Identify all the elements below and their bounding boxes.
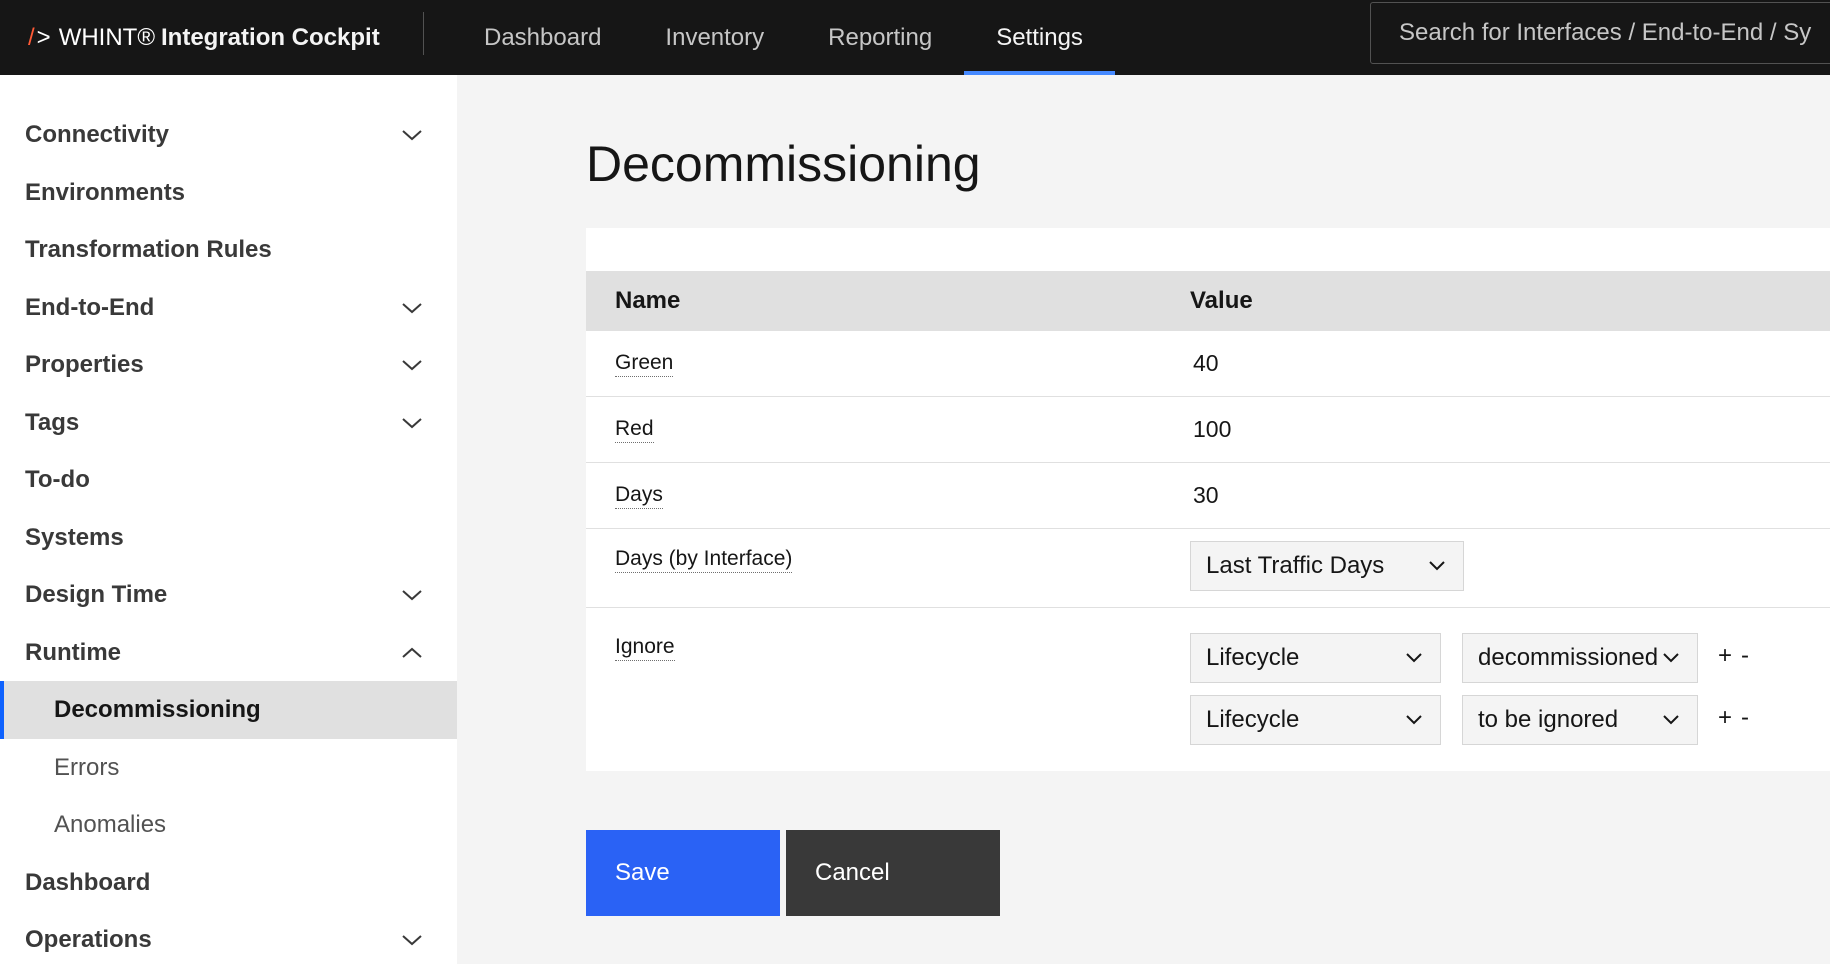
ignore-rule-1-field-select[interactable]: Lifecycle [1190, 633, 1441, 683]
sidebar-item-properties[interactable]: Properties [0, 336, 457, 394]
row-name-days-by-interface: Days (by Interface) [615, 547, 793, 573]
chevron-down-icon [1406, 653, 1422, 663]
top-header: / > WHINT® Integration Cockpit Dashboard In… [0, 0, 1830, 75]
days-by-interface-select[interactable]: Last Traffic Days [1190, 541, 1464, 591]
sidebar-item-to-do[interactable]: To-do [0, 451, 457, 509]
table-row: Days 30 [586, 463, 1830, 529]
sidebar-item-label: Operations [25, 926, 152, 953]
sidebar-item-label: Properties [25, 351, 144, 378]
sidebar: Connectivity Environments Transformation… [0, 75, 457, 964]
column-header-value: Value [1190, 287, 1253, 314]
sidebar-item-label: Tags [25, 409, 80, 436]
settings-panel: Name Value Green 40 Red 100 Days 30 Days… [586, 228, 1830, 771]
sidebar-item-label: Errors [54, 754, 120, 781]
chevron-down-icon [402, 130, 422, 141]
chevron-down-icon [1406, 715, 1422, 725]
table-row: Red 100 [586, 397, 1830, 463]
global-search-input[interactable]: Search for Interfaces / End-to-End / Sy [1370, 2, 1830, 64]
ignore-rule-1-add-button[interactable]: + [1718, 642, 1732, 670]
sidebar-item-operations[interactable]: Operations [0, 911, 457, 964]
ignore-rule-2-value-select[interactable]: to be ignored [1462, 695, 1698, 745]
nav-inventory[interactable]: Inventory [633, 0, 796, 75]
sidebar-item-label: Decommissioning [54, 696, 261, 723]
sidebar-item-transformation-rules[interactable]: Transformation Rules [0, 221, 457, 279]
sidebar-item-environments[interactable]: Environments [0, 164, 457, 222]
sidebar-item-runtime[interactable]: Runtime [0, 624, 457, 682]
select-value: Last Traffic Days [1206, 552, 1385, 579]
sidebar-item-label: Dashboard [25, 869, 151, 896]
sidebar-item-end-to-end[interactable]: End-to-End [0, 279, 457, 337]
row-name-red: Red [615, 417, 654, 443]
sidebar-item-label: Design Time [25, 581, 168, 608]
sidebar-item-connectivity[interactable]: Connectivity [0, 106, 457, 164]
main-nav: Dashboard Inventory Reporting Settings [452, 0, 1115, 75]
sidebar-item-tags[interactable]: Tags [0, 394, 457, 452]
sidebar-item-design-time[interactable]: Design Time [0, 566, 457, 624]
nav-reporting[interactable]: Reporting [796, 0, 964, 75]
sidebar-item-label: Environments [25, 179, 186, 206]
ignore-rule-2-field-select[interactable]: Lifecycle [1190, 695, 1441, 745]
brand-logo[interactable]: / > WHINT® Integration Cockpit [28, 0, 380, 75]
header-divider [423, 12, 424, 55]
row-value-red[interactable]: 100 [1193, 416, 1231, 443]
cancel-button[interactable]: Cancel [786, 830, 1000, 916]
row-value-green[interactable]: 40 [1193, 350, 1219, 377]
select-value: to be ignored [1478, 706, 1619, 733]
chevron-down-icon [402, 418, 422, 429]
sidebar-item-label: To-do [25, 466, 90, 493]
sidebar-item-systems[interactable]: Systems [0, 509, 457, 567]
sidebar-item-label: Runtime [25, 639, 121, 666]
nav-settings[interactable]: Settings [964, 0, 1115, 75]
select-value: Lifecycle [1206, 706, 1300, 733]
brand-gt: > [36, 23, 51, 51]
chevron-down-icon [1429, 561, 1445, 571]
table-row: Ignore Lifecycle decommissioned + - Life… [586, 608, 1830, 771]
page-title: Decommissioning [586, 136, 981, 192]
sidebar-item-label: Transformation Rules [25, 236, 272, 263]
brand-name: WHINT® [58, 23, 156, 51]
chevron-down-icon [1663, 715, 1679, 725]
brand-slash: / [28, 23, 35, 51]
save-button[interactable]: Save [586, 830, 780, 916]
row-name-green: Green [615, 351, 674, 377]
select-value: Lifecycle [1206, 644, 1300, 671]
table-row: Green 40 [586, 331, 1830, 397]
ignore-rule-1-remove-button[interactable]: - [1741, 642, 1749, 670]
chevron-down-icon [402, 935, 422, 946]
brand-product: Integration Cockpit [161, 23, 380, 51]
sidebar-item-label: Systems [25, 524, 124, 551]
ignore-rule-1-value-select[interactable]: decommissioned [1462, 633, 1698, 683]
sidebar-item-errors[interactable]: Errors [0, 739, 457, 797]
sidebar-item-label: Anomalies [54, 811, 167, 838]
sidebar-item-decommissioning[interactable]: Decommissioning [0, 681, 457, 739]
select-value: decommissioned [1478, 644, 1659, 671]
sidebar-item-dashboard[interactable]: Dashboard [0, 854, 457, 912]
row-name-days: Days [615, 483, 663, 509]
ignore-rule-2-remove-button[interactable]: - [1741, 704, 1749, 732]
nav-dashboard[interactable]: Dashboard [452, 0, 633, 75]
chevron-down-icon [402, 590, 422, 601]
sidebar-item-label: Connectivity [25, 121, 170, 148]
ignore-rule-2-add-button[interactable]: + [1718, 704, 1732, 732]
sidebar-item-anomalies[interactable]: Anomalies [0, 796, 457, 854]
chevron-down-icon [402, 360, 422, 371]
chevron-down-icon [1663, 653, 1679, 663]
chevron-down-icon [402, 303, 422, 314]
table-row: Days (by Interface) Last Traffic Days [586, 529, 1830, 608]
column-header-name: Name [615, 287, 681, 314]
row-name-ignore: Ignore [615, 635, 675, 661]
table-header: Name Value [586, 271, 1830, 331]
row-value-days[interactable]: 30 [1193, 482, 1219, 509]
chevron-up-icon [402, 647, 422, 658]
sidebar-item-label: End-to-End [25, 294, 155, 321]
